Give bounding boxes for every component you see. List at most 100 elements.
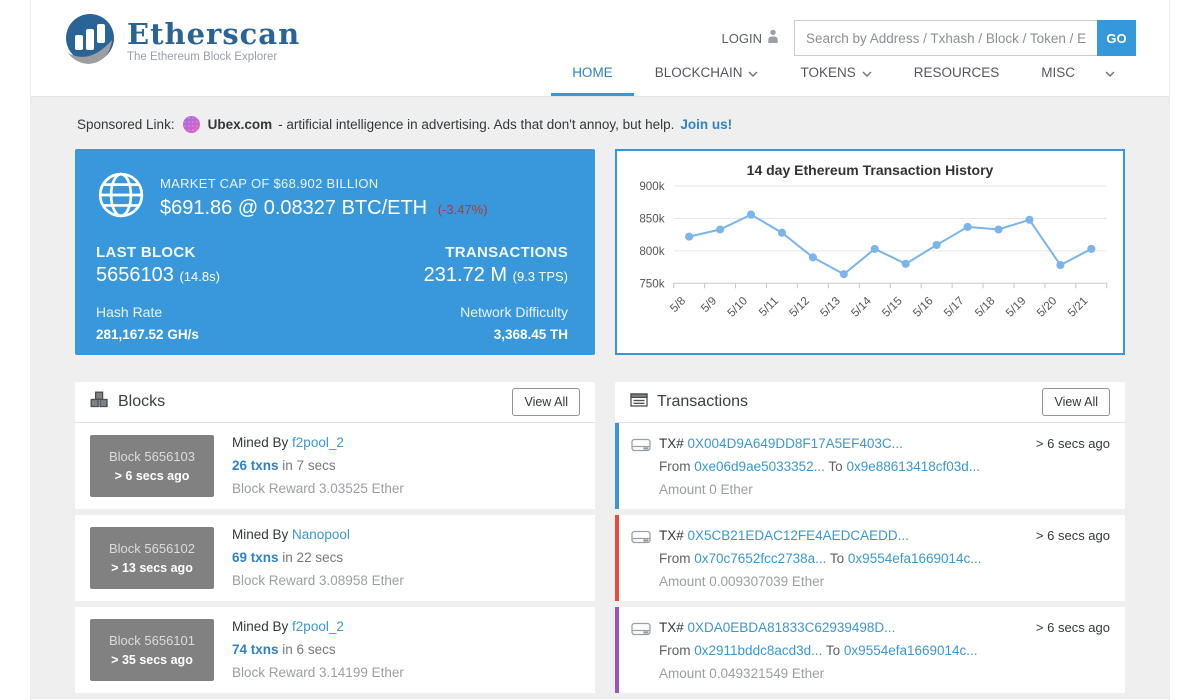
tx-hash-link[interactable]: 0XDA0EBDA81833C62939498D...	[688, 620, 896, 635]
main-nav: HOME BLOCKCHAIN TOKENS RESOURCES MISC	[551, 52, 1136, 96]
price-change: (-3.47%)	[438, 202, 488, 217]
sponsored-join-link[interactable]: Join us!	[680, 117, 732, 132]
svg-text:850k: 850k	[639, 213, 664, 226]
transactions-title-label: Transactions	[657, 393, 748, 411]
nav-tokens[interactable]: TOKENS	[779, 52, 892, 96]
svg-text:5/20: 5/20	[1034, 294, 1060, 320]
person-icon	[767, 29, 779, 47]
transaction-row: TX# 0X004D9A649DD8F17A5EF403C... > 6 sec…	[615, 423, 1125, 509]
nav-misc[interactable]: MISC	[1020, 52, 1136, 96]
svg-text:5/19: 5/19	[1003, 294, 1028, 319]
svg-text:900k: 900k	[639, 180, 664, 193]
blocks-view-all-button[interactable]: View All	[512, 388, 580, 416]
search-go-button[interactable]: GO	[1097, 20, 1136, 56]
nav-misc-label: MISC	[1041, 52, 1075, 93]
to-label: To	[828, 459, 842, 474]
block-number: Block 5656102	[109, 541, 195, 556]
tx-amount: Amount 0.049321549 Ether	[659, 666, 1110, 681]
block-age: > 35 secs ago	[111, 653, 193, 667]
chevron-down-icon	[1105, 52, 1115, 93]
from-address-link[interactable]: 0x2911bddc8acd3d...	[694, 643, 822, 658]
network-stats-panel: MARKET CAP OF $68.902 BILLION $691.86 @ …	[75, 149, 595, 355]
mined-by-label: Mined By	[232, 435, 288, 450]
login-label: LOGIN	[722, 31, 762, 46]
block-badge[interactable]: Block 5656103 > 6 secs ago	[90, 435, 214, 497]
svg-text:5/9: 5/9	[699, 294, 720, 315]
transactions-view-all-button[interactable]: View All	[1042, 388, 1110, 416]
from-address-link[interactable]: 0x70c7652fcc2738a...	[694, 551, 826, 566]
transaction-row: TX# 0XDA0EBDA81833C62939498D... > 6 secs…	[615, 607, 1125, 693]
nav-blockchain[interactable]: BLOCKCHAIN	[634, 52, 780, 96]
block-badge[interactable]: Block 5656102 > 13 secs ago	[90, 527, 214, 589]
to-label: To	[826, 643, 840, 658]
difficulty-value: 3,368.45 TH	[424, 327, 568, 342]
disk-icon	[631, 437, 651, 456]
block-reward: Block Reward 3.03525 Ether	[232, 481, 404, 496]
nav-resources-label: RESOURCES	[914, 52, 1000, 93]
etherscan-logo-icon	[63, 12, 117, 71]
sponsored-name[interactable]: Ubex.com	[208, 117, 273, 132]
block-badge[interactable]: Block 5656101 > 35 secs ago	[90, 619, 214, 681]
block-duration: in 22 secs	[282, 550, 343, 565]
lower-cards: Blocks View All Block 5656103 > 6 secs a…	[75, 382, 1125, 699]
disk-icon	[631, 529, 651, 548]
nav-resources[interactable]: RESOURCES	[893, 52, 1021, 96]
transaction-history-chart: 750k800k850k900k5/85/95/105/115/125/135/…	[617, 178, 1123, 343]
miner-link[interactable]: f2pool_2	[292, 435, 344, 450]
mined-by-label: Mined By	[232, 619, 288, 634]
blocks-card-title: Blocks	[90, 391, 165, 413]
block-duration: in 6 secs	[282, 642, 335, 657]
disk-icon	[631, 621, 651, 640]
svg-text:750k: 750k	[639, 277, 664, 290]
to-address-link[interactable]: 0x9554efa1669014c...	[844, 643, 978, 658]
tx-hash-link[interactable]: 0X004D9A649DD8F17A5EF403C...	[688, 436, 903, 451]
svg-text:5/14: 5/14	[849, 294, 875, 320]
etherscan-logo[interactable]: Etherscan The Ethereum Block Explorer	[63, 12, 300, 71]
tx-age: > 6 secs ago	[1036, 528, 1110, 543]
to-label: To	[830, 551, 844, 566]
header-top-bar: LOGIN GO	[722, 20, 1136, 56]
to-address-link[interactable]: 0x9554efa1669014c...	[848, 551, 982, 566]
mined-by-label: Mined By	[232, 527, 288, 542]
tx-age: > 6 secs ago	[1036, 436, 1110, 451]
eth-price: $691.86 @ 0.08327 BTC/ETH (-3.47%)	[160, 197, 488, 220]
tx-hash-link[interactable]: 0X5CB21EDAC12FE4AEDCAEDD...	[688, 528, 909, 543]
tx-label: TX#	[659, 620, 684, 635]
site-title: Etherscan	[127, 20, 300, 49]
svg-text:5/13: 5/13	[818, 294, 843, 319]
svg-text:5/15: 5/15	[880, 294, 905, 319]
txns-link[interactable]: 26 txns	[232, 458, 279, 473]
miner-link[interactable]: Nanopool	[292, 527, 350, 542]
svg-text:5/16: 5/16	[911, 294, 936, 319]
svg-text:5/11: 5/11	[756, 294, 781, 319]
transaction-history-card: 14 day Ethereum Transaction History 750k…	[615, 149, 1125, 355]
svg-text:5/10: 5/10	[725, 294, 751, 320]
txns-link[interactable]: 69 txns	[232, 550, 279, 565]
hash-rate-label: Hash Rate	[96, 304, 220, 320]
miner-link[interactable]: f2pool_2	[292, 619, 344, 634]
from-address-link[interactable]: 0xe06d9ae5033352...	[694, 459, 825, 474]
difficulty-label: Network Difficulty	[424, 304, 568, 320]
blocks-card: Blocks View All Block 5656103 > 6 secs a…	[75, 382, 595, 699]
transaction-row: TX# 0X5CB21EDAC12FE4AEDCAEDD... > 6 secs…	[615, 515, 1125, 601]
transactions-count: 231.72 M	[424, 264, 507, 286]
from-label: From	[659, 643, 691, 658]
ubex-icon	[183, 116, 200, 133]
last-block-value: 5656103 (14.8s)	[96, 264, 220, 287]
to-address-link[interactable]: 0x9e88613418cf03d...	[846, 459, 980, 474]
login-link[interactable]: LOGIN	[722, 29, 779, 47]
block-row: Block 5656101 > 35 secs ago Mined By f2p…	[75, 607, 595, 693]
nav-home[interactable]: HOME	[551, 52, 634, 96]
header: Etherscan The Ethereum Block Explorer LO…	[31, 0, 1169, 97]
block-row: Block 5656103 > 6 secs ago Mined By f2po…	[75, 423, 595, 509]
block-number: Block 5656101	[109, 633, 195, 648]
txns-link[interactable]: 74 txns	[232, 642, 279, 657]
tx-amount: Amount 0 Ether	[659, 482, 1110, 497]
from-label: From	[659, 551, 691, 566]
block-duration: in 7 secs	[282, 458, 335, 473]
svg-text:5/8: 5/8	[668, 294, 689, 315]
search-input[interactable]	[794, 20, 1097, 56]
svg-text:5/21: 5/21	[1065, 294, 1090, 319]
transactions-card-title: Transactions	[630, 393, 748, 412]
block-number: Block 5656103	[109, 449, 195, 464]
